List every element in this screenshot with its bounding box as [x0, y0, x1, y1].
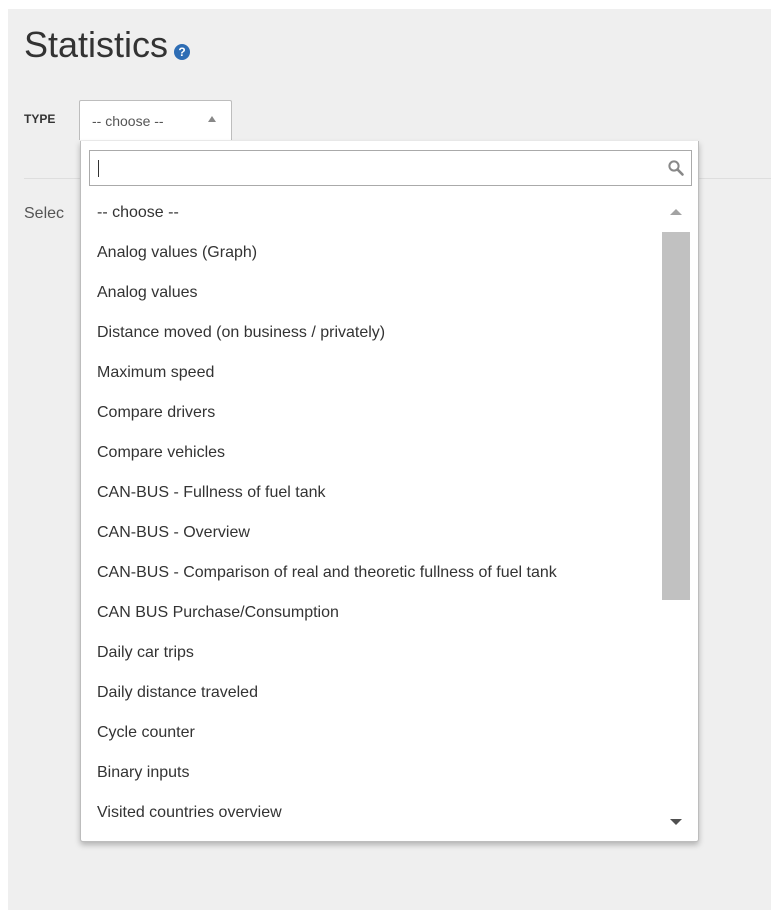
select-hint-text: Selec — [24, 205, 65, 222]
dropdown-scrollbar[interactable] — [662, 197, 690, 837]
type-dropdown: -- choose -- Analog values (Graph) Analog … — [80, 141, 699, 842]
dropdown-option[interactable]: -- choose -- — [81, 193, 662, 233]
dropdown-option[interactable]: CAN-BUS - Fullness of fuel tank — [81, 473, 662, 513]
dropdown-option[interactable]: Maximum speed — [81, 353, 662, 393]
dropdown-option[interactable]: CAN BUS Purchase/Consumption — [81, 593, 662, 633]
type-select[interactable]: -- choose -- — [79, 100, 232, 140]
dropdown-option[interactable]: Compare vehicles — [81, 433, 662, 473]
search-icon — [668, 160, 684, 176]
search-field[interactable] — [89, 150, 692, 186]
dropdown-option[interactable]: Daily car trips — [81, 633, 662, 673]
dropdown-option[interactable]: Compare drivers — [81, 393, 662, 433]
scroll-thumb[interactable] — [662, 232, 690, 600]
help-icon[interactable]: ? — [174, 44, 191, 60]
caret-up-icon — [208, 116, 216, 122]
dropdown-option[interactable]: Binary inputs — [81, 753, 662, 793]
dropdown-option[interactable]: Analog values — [81, 273, 662, 313]
dropdown-option[interactable]: CAN-BUS - Overview — [81, 513, 662, 553]
options-list: -- choose -- Analog values (Graph) Analog … — [81, 193, 662, 833]
page-title: Statistics ? — [24, 24, 191, 65]
dropdown-option[interactable]: Cycle counter — [81, 713, 662, 753]
dropdown-option[interactable]: Distance moved (on business / privately) — [81, 313, 662, 353]
dropdown-option[interactable]: Daily distance traveled — [81, 673, 662, 713]
scroll-down-arrow-icon[interactable] — [670, 819, 682, 825]
dropdown-option[interactable]: CAN-BUS - Comparison of real and theoret… — [81, 553, 662, 593]
page-background: Statistics ? TYPE -- choose -- Selec -- … — [8, 9, 771, 910]
search-input[interactable] — [90, 151, 650, 185]
page-title-text: Statistics — [24, 24, 169, 65]
dropdown-option[interactable]: Analog values (Graph) — [81, 233, 662, 273]
text-cursor — [98, 160, 99, 177]
scroll-up-arrow-icon[interactable] — [670, 209, 682, 215]
dropdown-option[interactable]: Visited countries overview — [81, 793, 662, 833]
type-label: TYPE — [24, 112, 56, 126]
type-select-value: -- choose -- — [92, 113, 164, 129]
